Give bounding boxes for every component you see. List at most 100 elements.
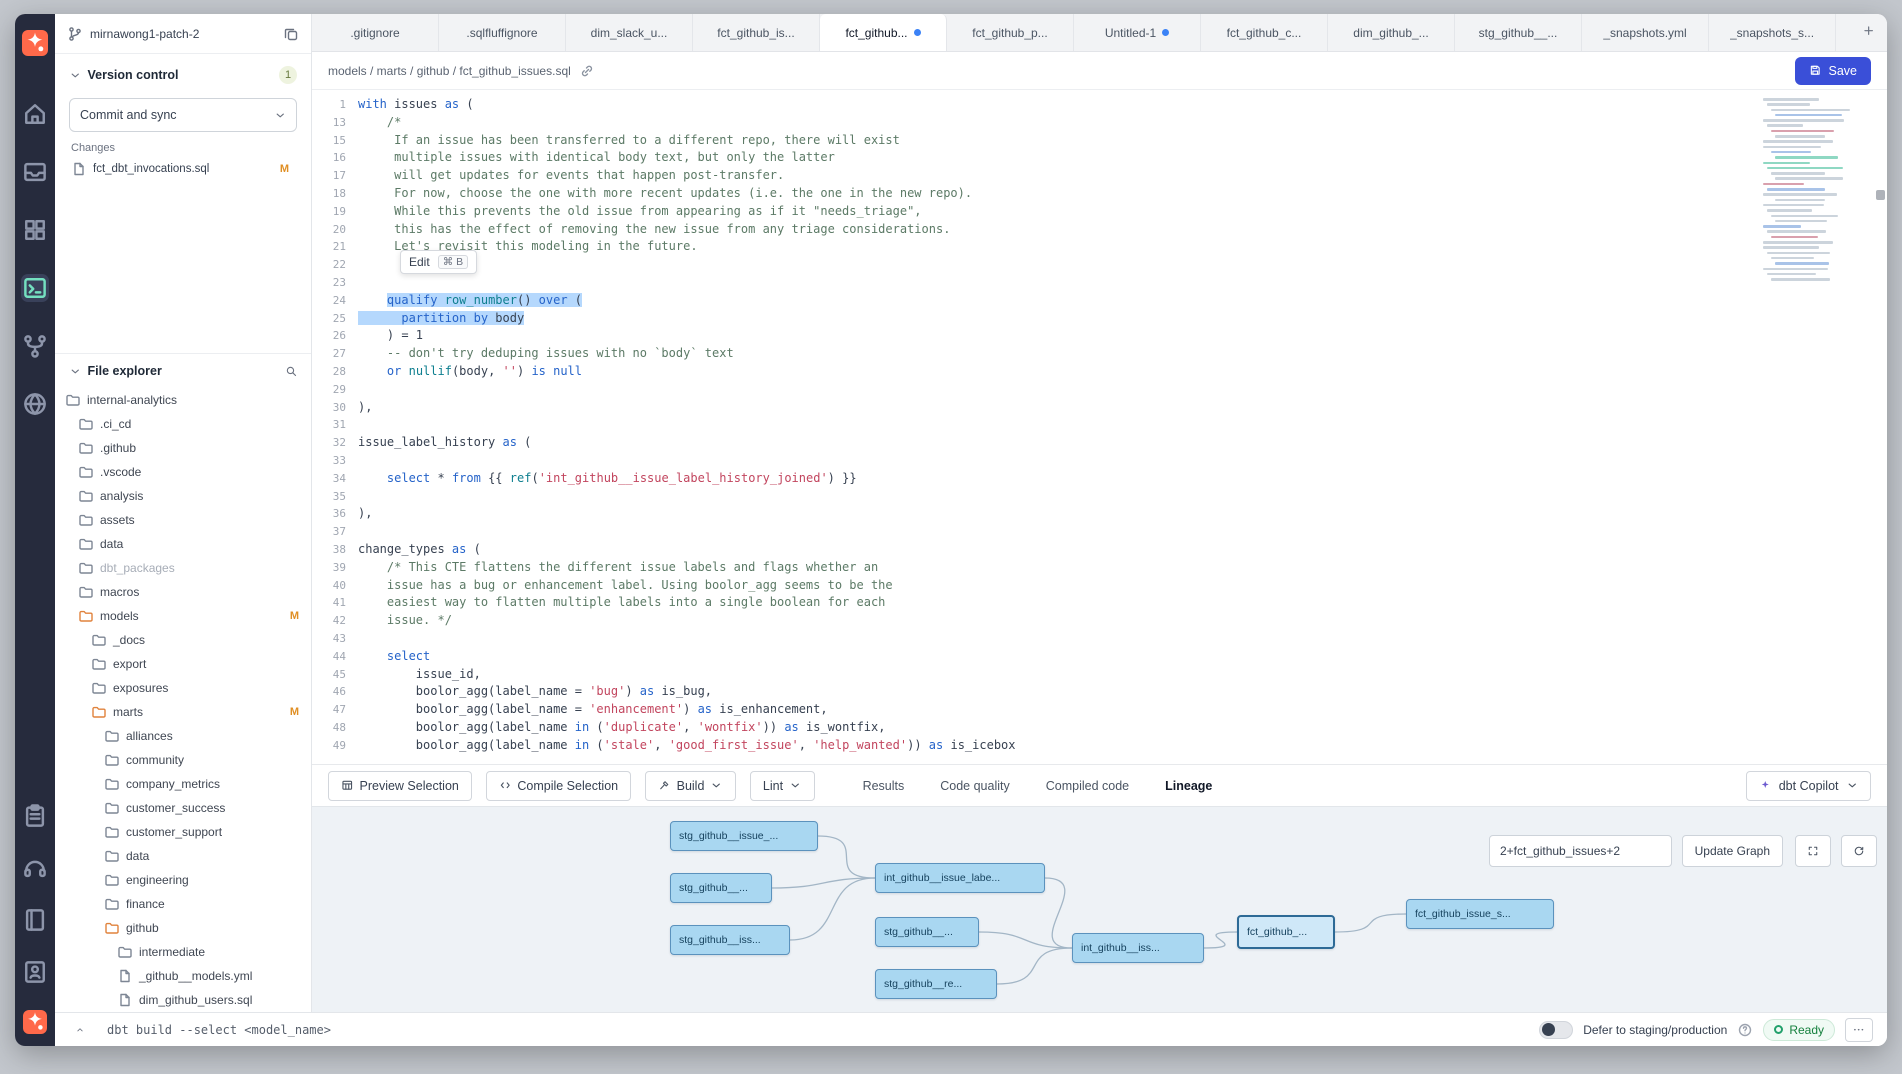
partner-logo[interactable] xyxy=(23,1010,47,1034)
search-icon[interactable] xyxy=(285,365,298,378)
lineage-node-fct_github_issue_s[interactable]: fct_github_issue_s... xyxy=(1406,899,1554,929)
tree-item-.github[interactable]: .github xyxy=(55,436,311,460)
code-line-1[interactable]: 1with issues as ( xyxy=(312,96,1887,114)
code-line-37[interactable]: 37 xyxy=(312,523,1887,541)
code-line-29[interactable]: 29 xyxy=(312,381,1887,399)
code-line-33[interactable]: 33 xyxy=(312,452,1887,470)
tab-dim_github_...[interactable]: dim_github_... xyxy=(1328,14,1455,51)
code-line-26[interactable]: 26 ) = 1 xyxy=(312,327,1887,345)
develop-icon[interactable] xyxy=(21,274,49,302)
expand-command-bar-button[interactable] xyxy=(69,1019,91,1041)
panel-tab-results[interactable]: Results xyxy=(863,779,905,793)
tree-item-_github__models.yml[interactable]: _github__models.yml xyxy=(55,964,311,988)
fork-icon[interactable] xyxy=(21,332,49,360)
lineage-node-int_github__iss[interactable]: int_github__iss... xyxy=(1072,933,1204,963)
lineage-node-stg_github__[interactable]: stg_github__... xyxy=(875,917,979,947)
lineage-node-stg_github__[interactable]: stg_github__... xyxy=(670,873,772,903)
preview-selection-button[interactable]: Preview Selection xyxy=(328,771,472,801)
code-line-34[interactable]: 34 select * from {{ ref('int_github__iss… xyxy=(312,470,1887,488)
tab-untitled-1[interactable]: Untitled-1 xyxy=(1074,14,1201,51)
minimap[interactable] xyxy=(1763,98,1871,283)
code-line-46[interactable]: 46 boolor_agg(label_name = 'bug') as is_… xyxy=(312,683,1887,701)
edit-tooltip-label[interactable]: Edit xyxy=(409,255,430,269)
tree-item-github[interactable]: github xyxy=(55,916,311,940)
tree-item-company_metrics[interactable]: company_metrics xyxy=(55,772,311,796)
tree-item-export[interactable]: export xyxy=(55,652,311,676)
code-line-47[interactable]: 47 boolor_agg(label_name = 'enhancement'… xyxy=(312,701,1887,719)
code-line-22[interactable]: 22 xyxy=(312,256,1887,274)
panel-tab-lineage[interactable]: Lineage xyxy=(1165,779,1212,793)
code-line-41[interactable]: 41 easiest way to flatten multiple label… xyxy=(312,594,1887,612)
command-input[interactable]: dbt build --select <model_name> xyxy=(107,1023,331,1037)
help-icon[interactable] xyxy=(1737,1022,1753,1038)
panel-tab-compiled-code[interactable]: Compiled code xyxy=(1046,779,1129,793)
tree-item-community[interactable]: community xyxy=(55,748,311,772)
code-line-30[interactable]: 30), xyxy=(312,399,1887,417)
lineage-node-int_github__issue_labe[interactable]: int_github__issue_labe... xyxy=(875,863,1045,893)
code-line-27[interactable]: 27 -- don't try deduping issues with no … xyxy=(312,345,1887,363)
file-link-icon[interactable] xyxy=(579,63,595,79)
tree-item-intermediate[interactable]: intermediate xyxy=(55,940,311,964)
inbox-icon[interactable] xyxy=(21,158,49,186)
tree-item-dbt_packages[interactable]: dbt_packages xyxy=(55,556,311,580)
globe-icon[interactable] xyxy=(21,390,49,418)
save-button[interactable]: Save xyxy=(1795,57,1871,85)
fullscreen-button[interactable] xyxy=(1795,835,1831,867)
code-editor[interactable]: 1with issues as (13 /*15 If an issue has… xyxy=(312,90,1887,764)
more-options-button[interactable] xyxy=(1845,1018,1873,1042)
grid-icon[interactable] xyxy=(21,216,49,244)
code-line-45[interactable]: 45 issue_id, xyxy=(312,666,1887,684)
code-line-31[interactable]: 31 xyxy=(312,416,1887,434)
code-line-21[interactable]: 21 Let's revisit this modeling in the fu… xyxy=(312,238,1887,256)
code-line-32[interactable]: 32issue_label_history as ( xyxy=(312,434,1887,452)
code-line-48[interactable]: 48 boolor_agg(label_name in ('duplicate'… xyxy=(312,719,1887,737)
tree-item-.ci_cd[interactable]: .ci_cd xyxy=(55,412,311,436)
tree-item-_docs[interactable]: _docs xyxy=(55,628,311,652)
headset-icon[interactable] xyxy=(21,854,49,882)
file-explorer-header[interactable]: File explorer xyxy=(55,354,311,388)
clipboard-icon[interactable] xyxy=(21,802,49,830)
tree-item-data[interactable]: data xyxy=(55,532,311,556)
code-line-42[interactable]: 42 issue. */ xyxy=(312,612,1887,630)
code-line-35[interactable]: 35 xyxy=(312,488,1887,506)
tree-item-alliances[interactable]: alliances xyxy=(55,724,311,748)
tab-fct_github_p...[interactable]: fct_github_p... xyxy=(947,14,1074,51)
code-line-24[interactable]: 24 qualify row_number() over ( xyxy=(312,292,1887,310)
code-line-19[interactable]: 19 While this prevents the old issue fro… xyxy=(312,203,1887,221)
compile-selection-button[interactable]: Compile Selection xyxy=(486,771,631,801)
tab-_snapshots_s...[interactable]: _snapshots_s... xyxy=(1709,14,1836,51)
tab-fct_github_c...[interactable]: fct_github_c... xyxy=(1201,14,1328,51)
lineage-node-stg_github__issue_[interactable]: stg_github__issue_... xyxy=(670,821,818,851)
dbt-copilot-button[interactable]: dbt Copilot xyxy=(1746,771,1871,801)
tree-item-internal-analytics[interactable]: internal-analytics xyxy=(55,388,311,412)
code-line-36[interactable]: 36), xyxy=(312,505,1887,523)
code-line-40[interactable]: 40 issue has a bug or enhancement label.… xyxy=(312,577,1887,595)
tab-fct_github_is...[interactable]: fct_github_is... xyxy=(693,14,820,51)
lineage-selector-input[interactable] xyxy=(1489,835,1672,867)
commit-and-sync-button[interactable]: Commit and sync xyxy=(69,98,297,132)
tab-.gitignore[interactable]: .gitignore xyxy=(312,14,439,51)
code-line-25[interactable]: 25 partition by body xyxy=(312,310,1887,328)
code-line-44[interactable]: 44 select xyxy=(312,648,1887,666)
code-line-28[interactable]: 28 or nullif(body, '') is null xyxy=(312,363,1887,381)
new-tab-button[interactable] xyxy=(1851,14,1887,51)
update-graph-button[interactable]: Update Graph xyxy=(1682,835,1783,867)
defer-toggle[interactable] xyxy=(1539,1021,1573,1039)
book-icon[interactable] xyxy=(21,906,49,934)
tree-item-data[interactable]: data xyxy=(55,844,311,868)
tree-item-macros[interactable]: macros xyxy=(55,580,311,604)
editor-scrollbar-thumb[interactable] xyxy=(1876,190,1885,200)
code-line-38[interactable]: 38change_types as ( xyxy=(312,541,1887,559)
tree-item-assets[interactable]: assets xyxy=(55,508,311,532)
tree-item-models[interactable]: modelsM xyxy=(55,604,311,628)
tab-dim_slack_u...[interactable]: dim_slack_u... xyxy=(566,14,693,51)
code-line-16[interactable]: 16 multiple issues with identical body t… xyxy=(312,149,1887,167)
code-line-49[interactable]: 49 boolor_agg(label_name in ('stale', 'g… xyxy=(312,737,1887,755)
panel-tab-code-quality[interactable]: Code quality xyxy=(940,779,1010,793)
build-button[interactable]: Build xyxy=(645,771,736,801)
tree-item-engineering[interactable]: engineering xyxy=(55,868,311,892)
tree-item-analysis[interactable]: analysis xyxy=(55,484,311,508)
code-line-18[interactable]: 18 For now, choose the one with more rec… xyxy=(312,185,1887,203)
tree-item-finance[interactable]: finance xyxy=(55,892,311,916)
lint-button[interactable]: Lint xyxy=(750,771,815,801)
